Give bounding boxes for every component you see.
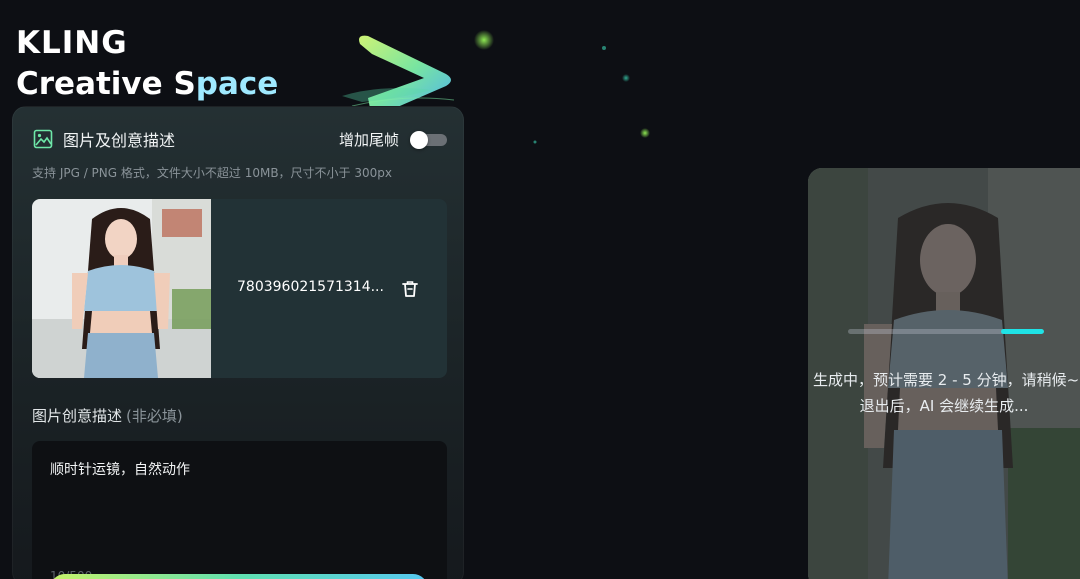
brand-line-2-accent: pace bbox=[195, 66, 279, 102]
image-icon bbox=[33, 129, 53, 149]
brand-line-2: Creative Space bbox=[16, 62, 278, 106]
panel-header: 图片及创意描述 增加尾帧 bbox=[33, 127, 447, 153]
uploaded-image-thumbnail bbox=[32, 199, 211, 378]
generation-status-line-1: 生成中，预计需要 2 - 5 分钟，请稍候~ bbox=[813, 371, 1080, 389]
play-logo-icon bbox=[342, 35, 455, 118]
panel-title: 图片及创意描述 bbox=[63, 131, 176, 150]
tail-frame-label: 增加尾帧 bbox=[338, 131, 399, 149]
generation-progress-bar bbox=[848, 329, 1044, 334]
uploaded-image-card[interactable]: 780396021571314... bbox=[32, 199, 447, 378]
description-textarea[interactable]: 顺时针运镜，自然动作 10/500 bbox=[32, 441, 447, 579]
uploaded-file-name: 780396021571314... bbox=[237, 279, 384, 295]
switch-knob bbox=[410, 130, 428, 149]
generate-button[interactable] bbox=[50, 574, 428, 579]
generation-status-line-2: 退出后，AI 会继续生成... bbox=[859, 397, 1029, 415]
generation-progress-fill bbox=[1001, 329, 1044, 334]
brand-line-1: KLING bbox=[16, 25, 128, 61]
description-label: 图片创意描述 (非必填) bbox=[32, 405, 183, 426]
brand-line-2-prefix: Creative S bbox=[16, 66, 196, 102]
tail-frame-switch[interactable] bbox=[410, 130, 447, 149]
tail-frame-toggle[interactable]: 增加尾帧 bbox=[339, 129, 447, 150]
delete-trash-icon[interactable] bbox=[400, 279, 420, 299]
brand-title: KLING Creative Space bbox=[16, 24, 278, 106]
description-text: 顺时针运镜，自然动作 bbox=[50, 462, 190, 478]
image-prompt-panel: 图片及创意描述 增加尾帧 支持 JPG / PNG 格式，文件大小不超过 10M… bbox=[12, 106, 464, 579]
upload-hint: 支持 JPG / PNG 格式，文件大小不超过 10MB，尺寸不小于 300px bbox=[32, 166, 392, 180]
description-optional: (非必填) bbox=[126, 407, 183, 425]
description-label-text: 图片创意描述 bbox=[32, 407, 123, 425]
generation-preview: 生成中，预计需要 2 - 5 分钟，请稍候~ 退出后，AI 会继续生成... bbox=[808, 168, 1080, 579]
